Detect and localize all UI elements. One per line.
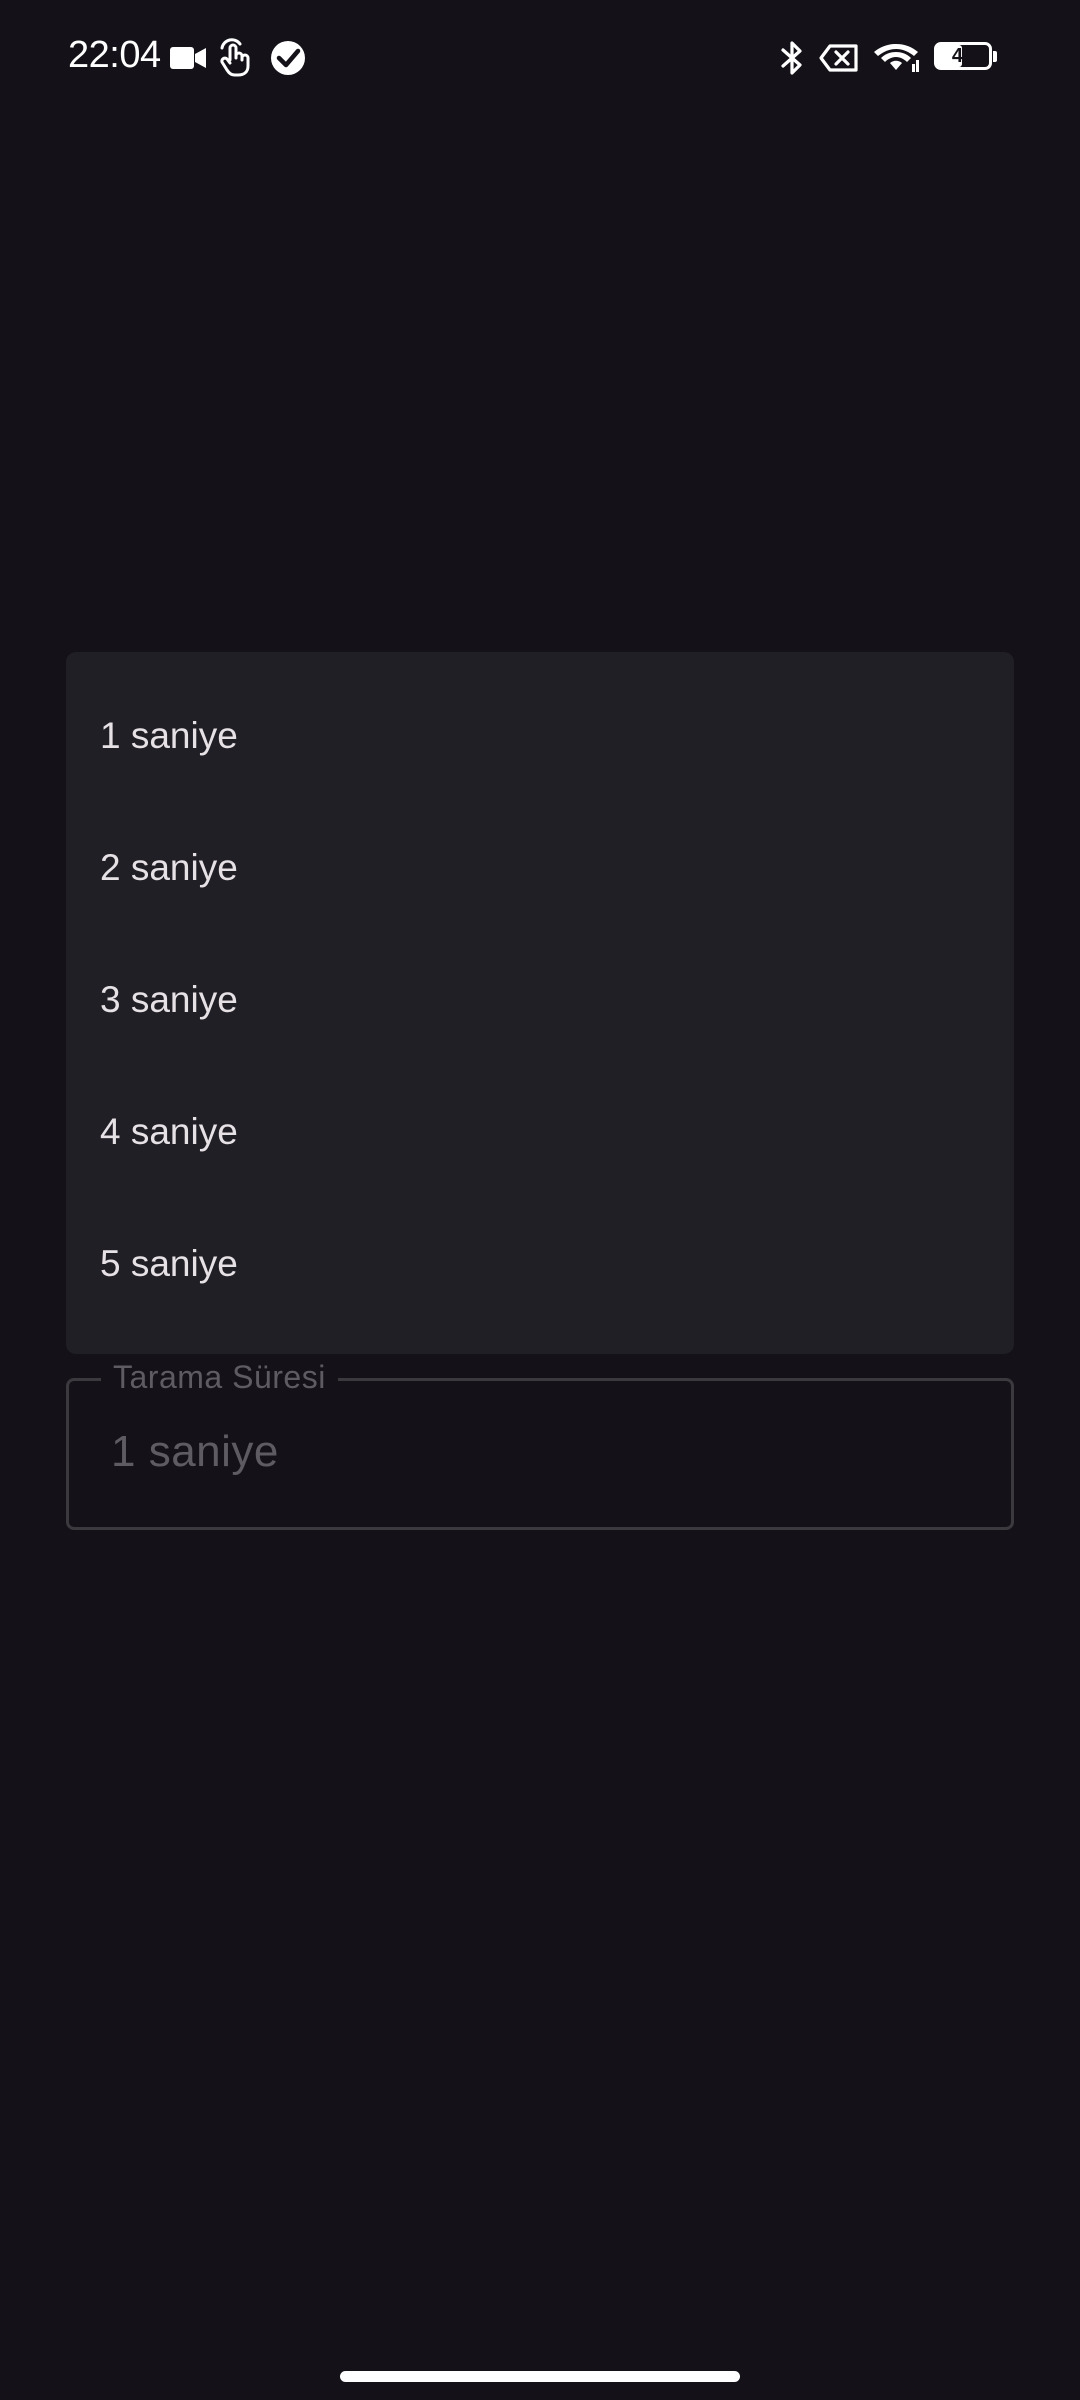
video-camera-icon xyxy=(168,38,208,78)
touch-gesture-icon xyxy=(216,38,256,78)
gesture-nav-handle[interactable] xyxy=(340,2371,740,2382)
scan-duration-field[interactable]: Tarama Süresi 1 saniye xyxy=(66,1359,1014,1530)
check-badge-icon xyxy=(268,38,308,78)
menu-item-1-second[interactable]: 1 saniye xyxy=(66,670,1014,802)
menu-item-4-seconds[interactable]: 4 saniye xyxy=(66,1066,1014,1198)
battery-icon: 49 xyxy=(934,42,998,72)
scan-duration-label: Tarama Süresi xyxy=(101,1359,338,1396)
menu-item-2-seconds[interactable]: 2 saniye xyxy=(66,802,1014,934)
wifi-icon xyxy=(872,36,920,76)
menu-item-3-seconds[interactable]: 3 saniye xyxy=(66,934,1014,1066)
scan-duration-value: 1 saniye xyxy=(111,1427,279,1476)
status-bar: 22:04 49 xyxy=(0,0,1080,118)
scan-duration-menu: 1 saniye 2 saniye 3 saniye 4 saniye 5 sa… xyxy=(66,652,1014,1354)
status-time: 22:04 xyxy=(68,34,161,76)
no-sim-icon xyxy=(818,38,860,78)
menu-item-5-seconds[interactable]: 5 saniye xyxy=(66,1198,1014,1330)
battery-level-text: 49 xyxy=(951,45,975,67)
bluetooth-icon xyxy=(772,38,812,78)
